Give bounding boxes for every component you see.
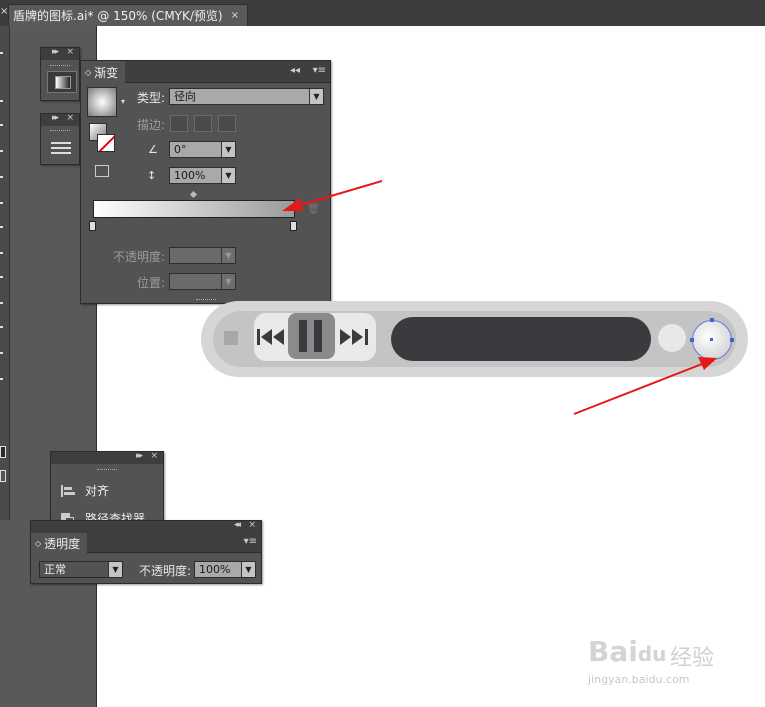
watermark-label: 经验 (670, 646, 715, 671)
arrow-to-selected-circle (573, 363, 703, 415)
watermark-logo: Baidu (588, 635, 667, 668)
baidu-watermark: Baidu 经验 jingyan.baidu.com (588, 625, 728, 691)
arrow-to-gradient-stop (296, 180, 383, 207)
annotation-arrows (282, 180, 717, 415)
arrowhead-icon (282, 198, 303, 211)
watermark-url: jingyan.baidu.com (588, 673, 690, 686)
